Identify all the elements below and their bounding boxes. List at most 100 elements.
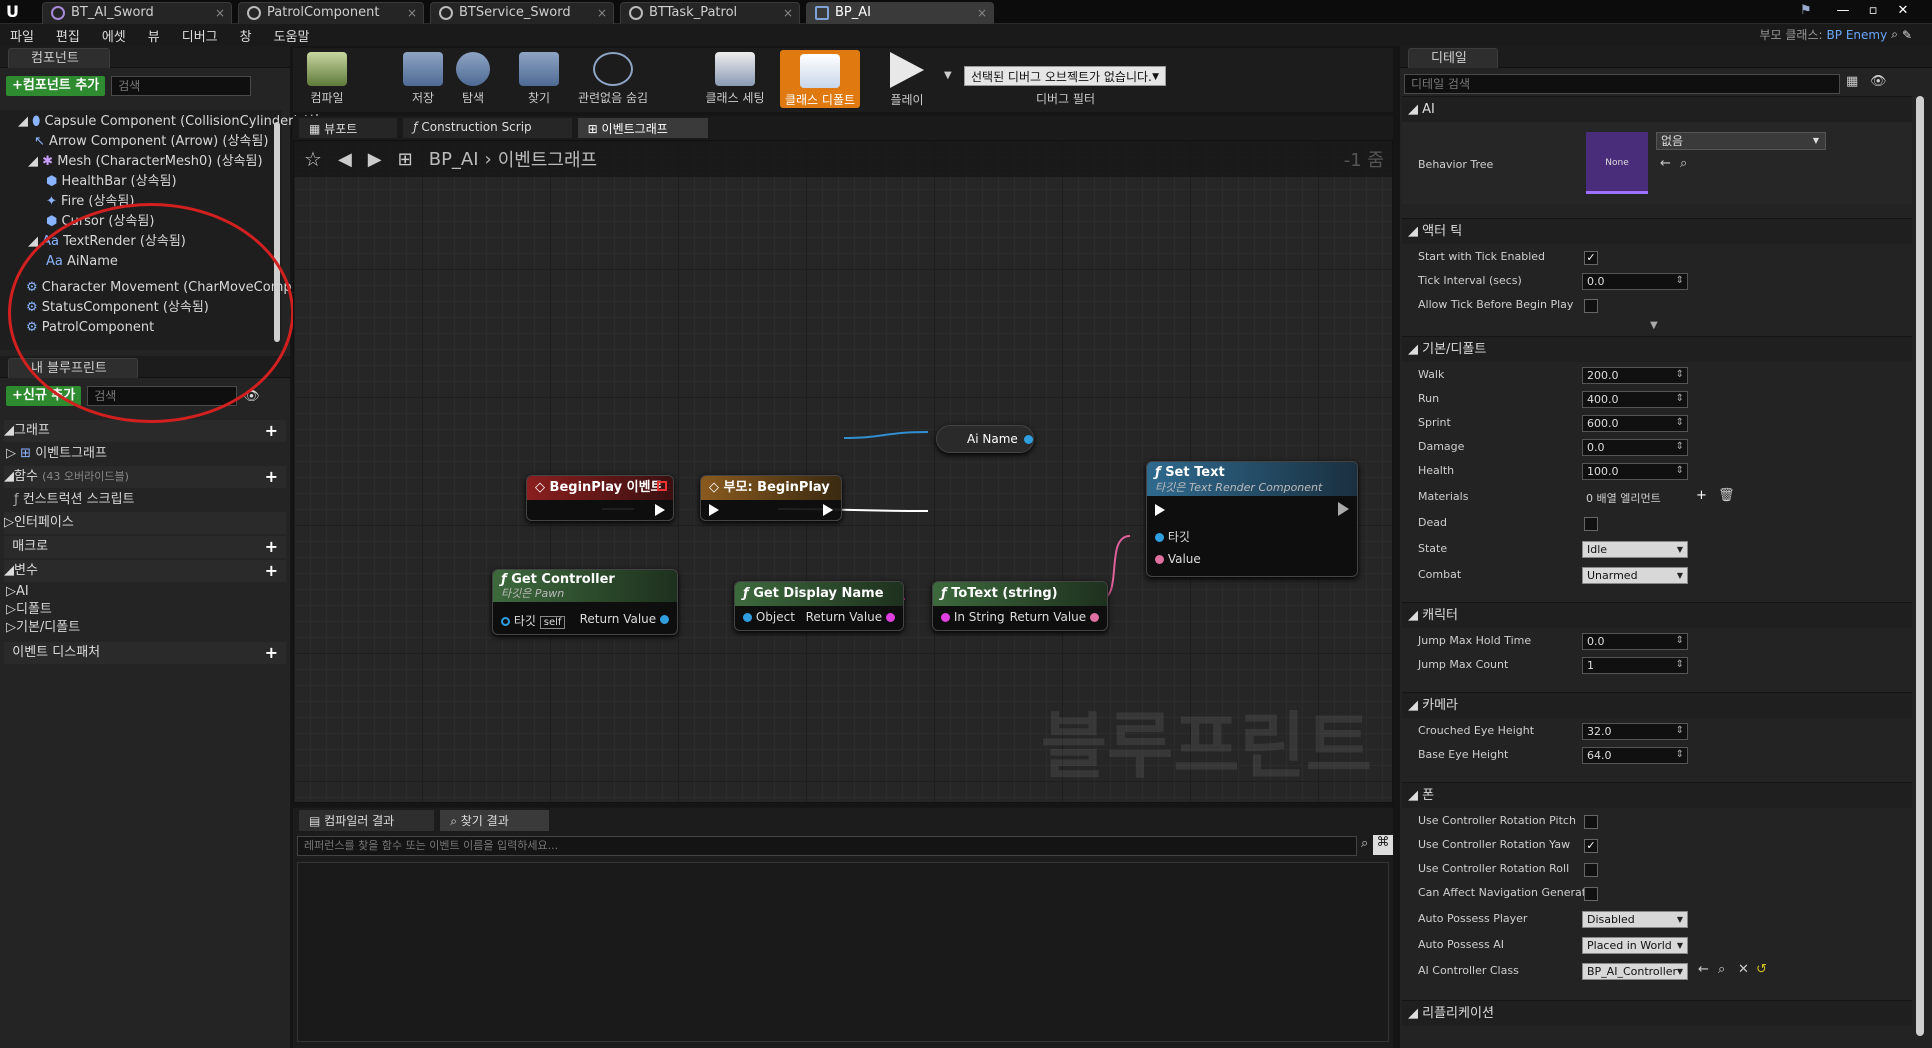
section-actor-tick[interactable]: ◢ 액터 틱 — [1402, 218, 1912, 244]
details-scrollbar[interactable] — [1916, 96, 1924, 1036]
ucr-pitch-checkbox[interactable] — [1584, 815, 1598, 829]
section-pawn[interactable]: ◢ 폰 — [1402, 782, 1912, 808]
pin-return-value[interactable]: Return Value — [1010, 610, 1099, 624]
state-select[interactable]: Idle — [1582, 541, 1688, 558]
sprint-input[interactable]: 600.0 — [1582, 415, 1688, 432]
menu-debug[interactable]: 디버그 — [182, 26, 218, 45]
ucr-yaw-checkbox[interactable]: ✓ — [1584, 839, 1598, 853]
behavior-tree-thumbnail[interactable]: None — [1586, 132, 1648, 194]
section-interfaces[interactable]: ▷인터페이스 — [4, 512, 286, 534]
exec-out-pin[interactable] — [1338, 502, 1349, 516]
section-functions[interactable]: ◢함수 (43 오버라이드블) + — [4, 466, 286, 488]
graph-canvas[interactable]: ☆ ◀ ▶ ⊞ BP_AI › 이벤트그래프 -1 줌 ◇ BeginPlay … — [293, 140, 1393, 803]
close-icon[interactable]: × — [597, 3, 607, 23]
use-selected-arrow-icon[interactable]: ← — [1660, 156, 1671, 171]
node-set-text[interactable]: ƒ Set Text 타깃은 Text Render Component 타깃 V… — [1146, 461, 1358, 577]
tick-interval-input[interactable]: 0.0 — [1582, 273, 1688, 290]
section-defaults[interactable]: ◢ 기본/디폴트 — [1402, 336, 1912, 362]
tab-bt-ai-sword[interactable]: BT_AI_Sword × — [42, 2, 232, 24]
find-button[interactable]: 찾기 — [508, 52, 570, 108]
menu-edit[interactable]: 편집 — [56, 26, 80, 45]
add-macro-icon[interactable]: + — [265, 536, 278, 558]
pin-value[interactable]: Value — [1155, 552, 1201, 566]
section-character[interactable]: ◢ 캐릭터 — [1402, 602, 1912, 628]
hide-unrelated-button[interactable]: 관련없음 숨김 — [568, 52, 658, 108]
minimize-icon[interactable]: — — [1828, 3, 1858, 18]
var-group-basic-default[interactable]: ▷기본/디폴트 — [6, 618, 80, 638]
component-search-input[interactable]: 검색 — [111, 76, 252, 96]
var-group-ai[interactable]: ▷AI — [6, 582, 29, 602]
details-search-input[interactable]: 디테일 검색 — [1404, 74, 1840, 94]
pin-return-value[interactable]: Return Value — [806, 610, 895, 624]
auto-ai-select[interactable]: Placed in World — [1582, 937, 1688, 954]
node-beginplay[interactable]: ◇ BeginPlay 이벤트 — [526, 475, 674, 521]
jump-count-input[interactable]: 1 — [1582, 657, 1688, 674]
walk-input[interactable]: 200.0 — [1582, 367, 1688, 384]
tree-item-mesh[interactable]: ◢ ✱ Mesh (CharacterMesh0) (상속됨) — [28, 152, 263, 172]
auto-player-select[interactable]: Disabled — [1582, 911, 1688, 928]
add-dispatcher-icon[interactable]: + — [265, 642, 278, 664]
combat-select[interactable]: Unarmed — [1582, 567, 1688, 584]
node-totext[interactable]: ƒ ToText (string) In String Return Value — [932, 581, 1108, 631]
expand-chevron-icon[interactable]: ▼ — [1650, 320, 1658, 331]
base-eye-input[interactable]: 64.0 — [1582, 747, 1688, 764]
class-defaults-button[interactable]: 클래스 디폴트 — [780, 50, 860, 108]
jump-hold-input[interactable]: 0.0 — [1582, 633, 1688, 650]
browse-search-icon[interactable]: ⌕ — [1680, 156, 1687, 171]
tree-item-arrow[interactable]: ↖ Arrow Component (Arrow) (상속됨) — [34, 132, 268, 152]
edit-icon[interactable]: ✎ — [1902, 28, 1912, 42]
tab-event-graph[interactable]: ⊞ 이벤트그래프 — [577, 118, 708, 138]
exec-in-pin[interactable] — [1155, 504, 1165, 516]
behavior-tree-select[interactable]: 없음 ▼ — [1656, 132, 1826, 150]
add-component-button[interactable]: +컴포넌트 추가 — [6, 76, 106, 96]
tab-bp-ai[interactable]: BP_AI × — [806, 2, 994, 24]
search-icon[interactable]: ⌕ — [1361, 836, 1368, 851]
menu-window[interactable]: 창 — [240, 26, 252, 45]
class-settings-button[interactable]: 클래스 세팅 — [700, 52, 770, 108]
close-icon[interactable]: × — [407, 3, 417, 23]
debug-object-select[interactable]: 선택된 디버그 오브젝트가 없습니다. ▼ — [964, 66, 1166, 86]
section-graphs[interactable]: ◢그래프 + — [4, 420, 286, 442]
section-camera[interactable]: ◢ 카메라 — [1402, 692, 1912, 718]
tab-viewport[interactable]: ▦ 뷰포트 — [299, 118, 398, 138]
browse-search-icon[interactable]: ⌕ — [1718, 962, 1725, 977]
menu-asset[interactable]: 에셋 — [102, 26, 126, 45]
menu-view[interactable]: 뷰 — [148, 26, 160, 45]
play-options-chevron-icon[interactable]: ▼ — [944, 70, 952, 81]
pin-in-string[interactable]: In String — [941, 610, 1005, 624]
tab-find-results[interactable]: ⌕ 찾기 결과 — [440, 809, 549, 831]
section-variables[interactable]: ◢변수 + — [4, 560, 286, 582]
grid-view-icon[interactable]: ▦ — [1846, 74, 1858, 89]
exec-in-pin[interactable] — [709, 504, 719, 516]
pin-return-value[interactable]: Return Value — [580, 612, 669, 626]
damage-input[interactable]: 0.0 — [1582, 439, 1688, 456]
maximize-icon[interactable]: ▫ — [1858, 3, 1888, 18]
binoculars-icon[interactable]: ⌘ — [1373, 835, 1393, 855]
node-get-controller[interactable]: ƒ Get Controller 타깃은 Pawn 타깃 self Return … — [492, 569, 678, 635]
dead-checkbox[interactable] — [1584, 517, 1598, 531]
close-icon[interactable]: × — [215, 3, 225, 23]
close-icon[interactable]: × — [783, 3, 793, 23]
reset-arrow-icon[interactable]: ↺ — [1756, 962, 1767, 977]
pin-target-self[interactable]: 타깃 self — [501, 612, 566, 629]
section-replication[interactable]: ◢ 리플리케이션 — [1402, 1000, 1912, 1026]
section-ai[interactable]: ◢ AI — [1402, 96, 1912, 122]
tab-btservice-sword[interactable]: BTService_Sword × — [430, 2, 614, 24]
tab-patrol-component[interactable]: PatrolComponent × — [238, 2, 424, 24]
parent-class-link[interactable]: BP Enemy — [1827, 28, 1888, 42]
var-group-default[interactable]: ▷디폴트 — [6, 600, 52, 620]
tab-compiler-results[interactable]: ▤ 컴파일러 결과 — [299, 809, 435, 831]
tab-bttask-patrol[interactable]: BTTask_Patrol × — [620, 2, 800, 24]
menu-file[interactable]: 파일 — [10, 26, 34, 45]
item-event-graph[interactable]: ▷ ⊞ 이벤트그래프 — [6, 444, 107, 464]
section-macros[interactable]: 매크로 + — [4, 536, 286, 558]
use-selected-arrow-icon[interactable]: ← — [1698, 962, 1709, 977]
menu-help[interactable]: 도움말 — [274, 26, 310, 45]
node-get-display-name[interactable]: ƒ Get Display Name Object Return Value — [734, 581, 904, 631]
feedback-icon[interactable]: ⚑ — [1800, 3, 1812, 18]
clear-icon[interactable]: ✕ — [1738, 962, 1749, 977]
pin-object[interactable]: Object — [743, 610, 795, 624]
close-icon[interactable]: × — [977, 3, 987, 23]
close-window-icon[interactable]: ✕ — [1888, 3, 1918, 18]
item-construction-script[interactable]: ƒ 컨스트럭션 스크립트 — [14, 490, 135, 510]
